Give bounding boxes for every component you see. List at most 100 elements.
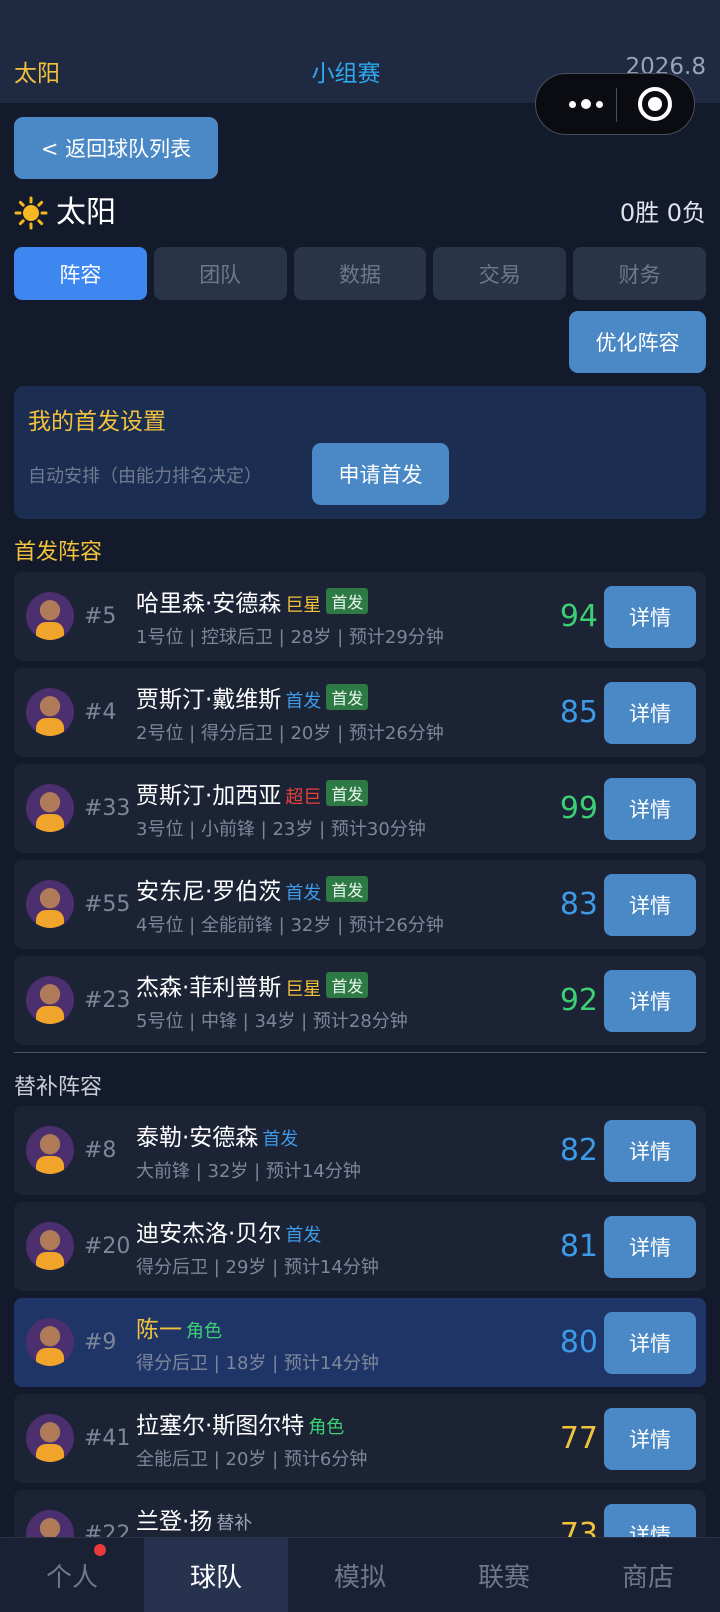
player-row[interactable]: #5 哈里森·安德森 巨星 首发 1号位 | 控球后卫 | 28岁 | 预计29分钟… (14, 572, 706, 661)
player-avatar (26, 1318, 74, 1366)
nav-league[interactable]: 联赛 (432, 1538, 576, 1612)
starter-setting-title: 我的首发设置 (28, 409, 166, 435)
player-detail-button[interactable]: 详情 (604, 970, 696, 1032)
nav-simulate[interactable]: 模拟 (288, 1538, 432, 1612)
player-name: 哈里森·安德森 (136, 591, 282, 617)
player-name-line: 陈一 角色 (136, 1310, 222, 1344)
nav-team[interactable]: 球队 (144, 1538, 288, 1612)
player-name-line: 杰森·菲利普斯 巨星 首发 (136, 968, 369, 1002)
player-info: 1号位 | 控球后卫 | 28岁 | 预计29分钟 (136, 627, 444, 648)
player-role-tag: 超巨 (285, 787, 322, 808)
back-to-team-list-button[interactable]: < 返回球队列表 (14, 117, 218, 179)
player-role-tag: 首发 (285, 1225, 322, 1246)
close-target-icon[interactable] (638, 87, 672, 121)
player-role-tag: 首发 (262, 1129, 299, 1150)
player-detail-button[interactable]: 详情 (604, 874, 696, 936)
player-detail-button[interactable]: 详情 (604, 778, 696, 840)
mini-program-capsule (535, 73, 695, 135)
tab-lineup[interactable]: 阵容 (14, 247, 147, 300)
nav-label: 商店 (621, 1562, 674, 1593)
player-number: #33 (84, 796, 131, 821)
nav-label: 球队 (189, 1562, 242, 1593)
player-detail-button[interactable]: 详情 (604, 1216, 696, 1278)
player-detail-button[interactable]: 详情 (604, 586, 696, 648)
player-rating: 92 (559, 983, 598, 1018)
player-name-line: 哈里森·安德森 巨星 首发 (136, 584, 369, 618)
player-avatar (26, 1126, 74, 1174)
player-name-line: 拉塞尔·斯图尔特 角色 (136, 1406, 344, 1440)
player-row[interactable]: #8 泰勒·安德森 首发 大前锋 | 32岁 | 预计14分钟 82 详情 (14, 1106, 706, 1195)
tab-team[interactable]: 团队 (153, 247, 287, 300)
player-name-line: 迪安杰洛·贝尔 首发 (136, 1214, 321, 1248)
player-name: 贾斯汀·加西亚 (136, 783, 282, 809)
nav-label: 联赛 (477, 1562, 530, 1593)
player-row-self[interactable]: #9 陈一 角色 得分后卫 | 18岁 | 预计14分钟 80 详情 (14, 1298, 706, 1387)
starter-setting-description: 自动安排（由能力排名决定） (28, 466, 262, 487)
player-name-line: 贾斯汀·加西亚 超巨 首发 (136, 776, 369, 810)
tab-stats[interactable]: 数据 (293, 247, 427, 300)
player-row[interactable]: #55 安东尼·罗伯茨 首发 首发 4号位 | 全能前锋 | 32岁 | 预计26分… (14, 860, 706, 949)
player-rating: 82 (559, 1133, 598, 1168)
player-info: 2号位 | 得分后卫 | 20岁 | 预计26分钟 (136, 723, 444, 744)
player-avatar (26, 880, 74, 928)
player-row[interactable]: #33 贾斯汀·加西亚 超巨 首发 3号位 | 小前锋 | 23岁 | 预计30分钟… (14, 764, 706, 853)
bench-section-title: 替补阵容 (14, 1075, 103, 1100)
starter-badge: 首发 (326, 588, 369, 614)
player-row[interactable]: #20 迪安杰洛·贝尔 首发 得分后卫 | 29岁 | 预计14分钟 81 详情 (14, 1202, 706, 1291)
starter-badge: 首发 (326, 972, 369, 998)
player-role-tag: 首发 (285, 883, 322, 904)
team-name: 太阳 (56, 195, 116, 230)
nav-label: 个人 (45, 1562, 98, 1593)
player-role-tag: 角色 (308, 1417, 345, 1438)
notification-dot (94, 1544, 106, 1556)
player-name: 杰森·菲利普斯 (136, 975, 282, 1001)
player-role-tag: 角色 (186, 1321, 222, 1342)
player-detail-button[interactable]: 详情 (604, 1408, 696, 1470)
starters-section-title: 首发阵容 (14, 540, 103, 565)
tab-finance[interactable]: 财务 (573, 247, 706, 300)
player-row[interactable]: #4 贾斯汀·戴维斯 首发 首发 2号位 | 得分后卫 | 20岁 | 预计26分钟… (14, 668, 706, 757)
player-info: 得分后卫 | 29岁 | 预计14分钟 (136, 1257, 379, 1278)
player-row[interactable]: #23 杰森·菲利普斯 巨星 首发 5号位 | 中锋 | 34岁 | 预计28分钟 … (14, 956, 706, 1045)
player-name: 陈一 (136, 1317, 182, 1343)
player-detail-button[interactable]: 详情 (604, 682, 696, 744)
team-summary: 太阳 0胜 0负 (14, 192, 706, 234)
nav-personal[interactable]: 个人 (0, 1538, 144, 1612)
player-rating: 80 (559, 1325, 598, 1360)
starter-badge: 首发 (326, 876, 369, 902)
player-info: 全能后卫 | 20岁 | 预计6分钟 (136, 1449, 368, 1470)
player-name: 兰登·扬 (136, 1509, 213, 1535)
player-number: #20 (84, 1234, 131, 1259)
starter-badge: 首发 (326, 684, 369, 710)
player-number: #23 (84, 988, 131, 1013)
sun-icon (14, 196, 48, 230)
player-info: 3号位 | 小前锋 | 23岁 | 预计30分钟 (136, 819, 426, 840)
player-rating: 99 (559, 791, 598, 826)
player-name: 安东尼·罗伯茨 (136, 879, 282, 905)
request-start-button[interactable]: 申请首发 (312, 443, 449, 505)
player-info: 得分后卫 | 18岁 | 预计14分钟 (136, 1353, 379, 1374)
player-name: 贾斯汀·戴维斯 (136, 687, 282, 713)
player-role-tag: 巨星 (285, 595, 322, 616)
capsule-divider (616, 88, 617, 122)
player-name-line: 泰勒·安德森 首发 (136, 1118, 298, 1152)
player-role-tag: 巨星 (285, 979, 322, 1000)
player-info: 4号位 | 全能前锋 | 32岁 | 预计26分钟 (136, 915, 444, 936)
player-avatar (26, 976, 74, 1024)
player-detail-button[interactable]: 详情 (604, 1312, 696, 1374)
player-name: 迪安杰洛·贝尔 (136, 1221, 282, 1247)
player-name: 拉塞尔·斯图尔特 (136, 1413, 305, 1439)
tab-trade[interactable]: 交易 (433, 247, 567, 300)
nav-shop[interactable]: 商店 (576, 1538, 720, 1612)
player-name-line: 安东尼·罗伯茨 首发 首发 (136, 872, 369, 906)
player-name-line: 贾斯汀·戴维斯 首发 首发 (136, 680, 369, 714)
player-number: #4 (84, 700, 117, 725)
optimize-lineup-button[interactable]: 优化阵容 (569, 311, 706, 373)
player-row[interactable]: #41 拉塞尔·斯图尔特 角色 全能后卫 | 20岁 | 预计6分钟 77 详情 (14, 1394, 706, 1483)
player-avatar (26, 784, 74, 832)
player-number: #55 (84, 892, 131, 917)
more-menu-icon[interactable] (556, 74, 616, 134)
player-role-tag: 首发 (285, 691, 322, 712)
player-detail-button[interactable]: 详情 (604, 1120, 696, 1182)
starter-setting-card: 我的首发设置 自动安排（由能力排名决定） 申请首发 (14, 386, 706, 519)
